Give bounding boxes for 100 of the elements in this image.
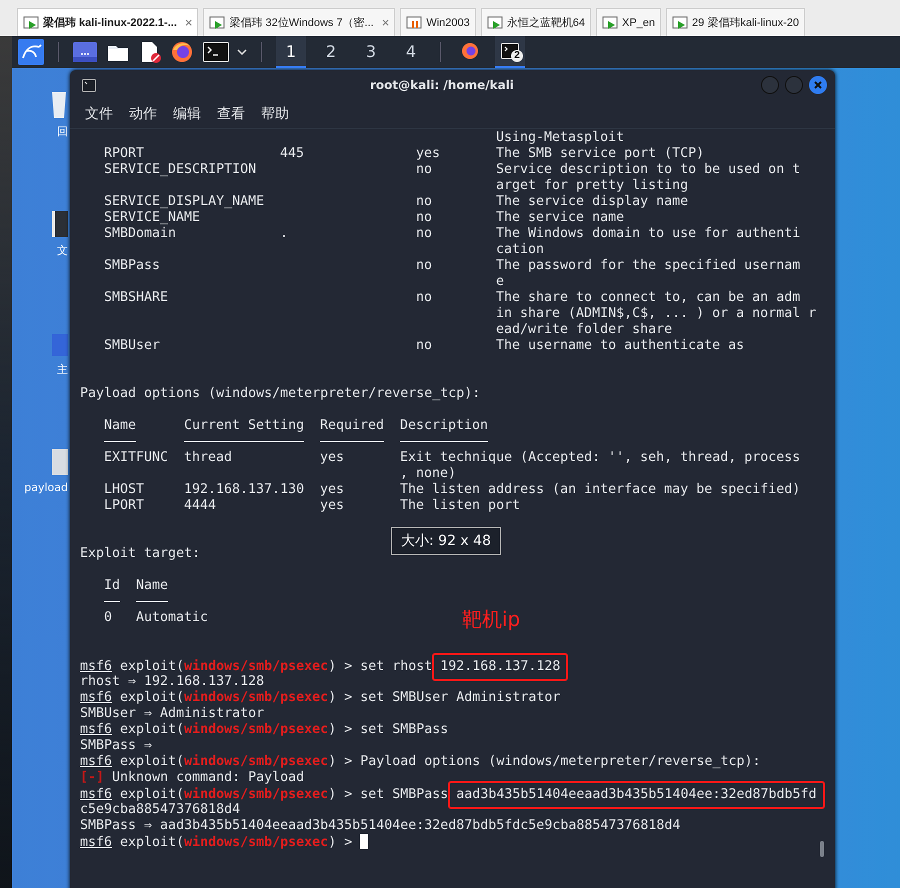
vm-running-icon <box>209 16 226 30</box>
command-text: ) > set rhost <box>328 659 434 674</box>
table-cell: no <box>416 210 432 225</box>
workspace-button[interactable]: 4 <box>396 36 426 68</box>
count-badge: 2 <box>511 50 523 62</box>
output-line: Exploit target: <box>80 546 200 561</box>
vm-running-icon <box>602 16 618 30</box>
table-cell: yes <box>320 498 344 513</box>
vm-running-icon <box>23 16 39 30</box>
workspace-button[interactable]: 2 <box>316 36 346 68</box>
workspace-button[interactable]: 3 <box>356 36 386 68</box>
table-cell: Automatic <box>136 610 208 625</box>
column-header: Description <box>400 418 488 442</box>
window-icon[interactable] <box>73 42 97 62</box>
menu-item[interactable]: 编辑 <box>173 105 201 123</box>
annotation-text: 靶机ip <box>462 607 520 631</box>
output-line: rhost ⇒ 192.168.137.128 <box>80 674 264 689</box>
output-line: Payload options (windows/meterpreter/reverse_tcp): <box>80 386 480 401</box>
table-cell: Using-Metasploit <box>496 130 624 145</box>
module-name: windows/smb/psexec <box>184 787 328 802</box>
close-tab-button[interactable]: × <box>382 15 390 30</box>
desktop-icon-label[interactable]: 主 <box>57 362 68 377</box>
terminal-icon <box>501 43 519 59</box>
tab-label[interactable]: 梁倡玮 kali-linux-2022.1-... <box>43 15 177 30</box>
highlighted-text: 192.168.137.128 <box>432 653 568 681</box>
table-cell: . <box>280 226 288 241</box>
prompt-user: msf6 <box>80 754 112 769</box>
desktop-icon-label[interactable]: payload <box>24 481 68 494</box>
prompt-user: msf6 <box>80 690 112 705</box>
error-marker: [-] <box>80 770 104 785</box>
table-cell: Exit technique (Accepted: '', seh, thread, process <box>400 450 800 465</box>
table-cell: RPORT <box>104 146 144 161</box>
column-header: Current Setting <box>184 418 304 442</box>
table-cell: thread <box>184 450 232 465</box>
table-cell: yes <box>416 146 440 161</box>
app-menu-icon[interactable] <box>18 39 44 65</box>
command-text: ) > <box>328 835 354 850</box>
browser-icon <box>461 42 479 60</box>
table-cell: yes <box>320 450 344 465</box>
table-cell: Service description to to be used on t <box>496 162 800 177</box>
table-cell: no <box>416 226 432 241</box>
vm-tab[interactable]: 永恒之蓝靶机64 <box>480 8 591 36</box>
scrollbar-thumb[interactable] <box>820 841 824 857</box>
table-cell: The service name <box>496 210 624 225</box>
table-cell: EXITFUNC <box>104 450 168 465</box>
table-cell: The Windows domain to use for authenti <box>496 226 800 241</box>
module-name: windows/smb/psexec <box>184 722 328 737</box>
table-cell: SMBSHARE <box>104 290 168 305</box>
menu-item[interactable]: 动作 <box>129 105 157 123</box>
table-cell: The password for the specified usernam <box>496 258 800 273</box>
command-text: exploit( <box>119 835 184 850</box>
vm-paused-icon <box>406 16 422 30</box>
output-line: c5e9cba88547376818d4 <box>80 802 240 817</box>
desktop-icon-label[interactable]: 文 <box>57 243 68 258</box>
menu-item[interactable]: 帮助 <box>261 105 289 123</box>
vm-tab[interactable]: 梁倡玮 32位Windows 7（密... × <box>203 8 396 36</box>
table-cell: no <box>416 194 432 209</box>
table-cell: LHOST <box>104 482 144 497</box>
command-text: exploit( <box>119 787 184 802</box>
vm-tab[interactable]: XP_en <box>596 8 662 36</box>
terminal-icon[interactable] <box>203 42 229 62</box>
table-cell: SERVICE_DISPLAY_NAME <box>104 194 264 209</box>
vm-tab[interactable]: Win2003 <box>400 8 476 36</box>
table-cell: in share (ADMIN$,C$, ... ) or a normal r <box>496 306 816 321</box>
close-button[interactable] <box>809 76 827 94</box>
table-cell: arget for pretty listing <box>496 178 688 193</box>
workspace-button[interactable]: 1 <box>276 36 306 68</box>
command-text: ) > set SMBPass <box>328 722 448 737</box>
table-cell: ead/write folder share <box>496 322 672 337</box>
table-cell: The listen address (an interface may be specified) <box>400 482 800 497</box>
terminal-icon <box>82 78 96 92</box>
vm-tab[interactable]: 29 梁倡玮kali-linux-20 <box>666 8 806 36</box>
browser-icon[interactable] <box>171 41 193 63</box>
table-cell: SMBPass <box>104 258 160 273</box>
menu-item[interactable]: 查看 <box>217 105 245 123</box>
table-cell: SERVICE_DESCRIPTION <box>104 162 256 177</box>
table-cell: e <box>496 274 504 289</box>
command-text: exploit( <box>119 690 184 705</box>
command-text: exploit( <box>119 659 184 674</box>
caret-icon[interactable] <box>237 49 247 55</box>
vm-running-icon <box>672 16 688 30</box>
size-tooltip: 大小: 92 x 48 <box>391 527 501 555</box>
column-header: Name <box>104 418 136 442</box>
column-header: Id <box>104 578 120 602</box>
taskbar-button[interactable]: 2 <box>495 36 525 68</box>
command-text: exploit( <box>119 722 184 737</box>
document-icon[interactable] <box>139 41 161 63</box>
menu-item[interactable]: 文件 <box>85 105 113 123</box>
module-name: windows/smb/psexec <box>184 690 328 705</box>
table-cell: no <box>416 258 432 273</box>
prompt-user: msf6 <box>80 659 112 674</box>
prompt-user: msf6 <box>80 787 112 802</box>
vm-tab[interactable]: 梁倡玮 kali-linux-2022.1-... × <box>17 8 198 36</box>
command-text: ) > set SMBPass <box>328 787 450 802</box>
close-tab-button[interactable]: × <box>184 15 192 30</box>
desktop-icon-label[interactable]: 回 <box>57 124 68 139</box>
table-cell: The service display name <box>496 194 688 209</box>
tab-label[interactable]: 梁倡玮 32位Windows 7（密... <box>229 15 374 30</box>
prompt-user: msf6 <box>80 835 112 850</box>
table-cell: yes <box>320 482 344 497</box>
